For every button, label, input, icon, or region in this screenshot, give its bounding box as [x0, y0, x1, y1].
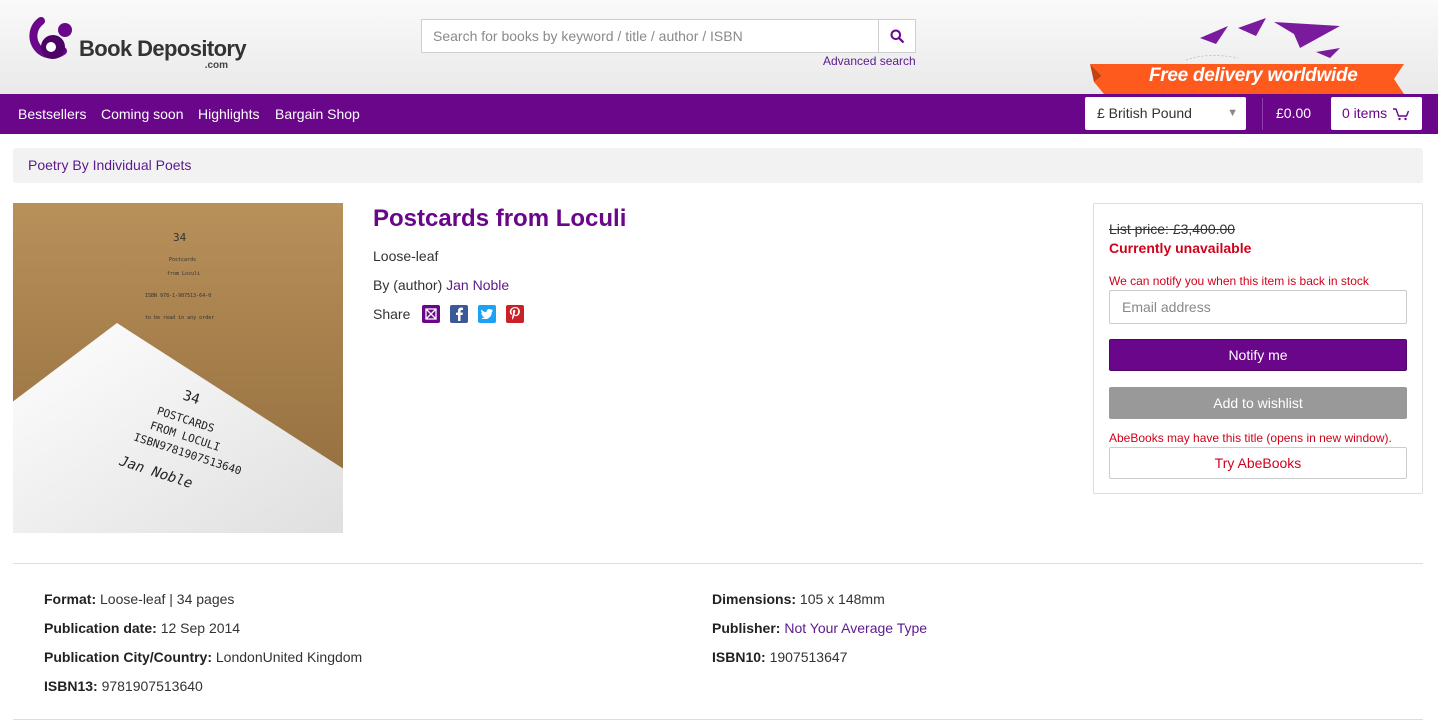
author-link[interactable]: Jan Noble [446, 277, 509, 293]
share-label: Share [373, 306, 411, 322]
cover-text-isbn: ISBN 978-1-907513-64-0 [145, 293, 211, 299]
chevron-down-icon: ▼ [1227, 107, 1238, 119]
logo-name: Book Depository [79, 36, 247, 61]
detail-format: Format: Loose-leaf | 34 pages [44, 591, 234, 607]
detail-city-value: LondonUnited Kingdom [215, 649, 363, 665]
details-divider-bottom [13, 719, 1423, 720]
breadcrumb: Poetry By Individual Poets [13, 148, 1423, 183]
detail-dims-label: Dimensions: [712, 591, 797, 607]
breadcrumb-category-link[interactable]: Poetry By Individual Poets [28, 157, 191, 173]
try-abebooks-button[interactable]: Try AbeBooks [1109, 447, 1407, 479]
nav-highlights[interactable]: Highlights [198, 106, 259, 122]
nav-divider [1262, 98, 1263, 130]
detail-publisher-label: Publisher: [712, 620, 781, 636]
promo-text: Free delivery worldwide [1149, 65, 1358, 86]
detail-dimensions: Dimensions: 105 x 148mm [712, 591, 885, 607]
detail-isbn10: ISBN10: 1907513647 [712, 649, 847, 665]
logo-wordmark: Book Depository .com [79, 36, 247, 71]
notify-message: We can notify you when this item is back… [1109, 274, 1369, 288]
book-cover-image: 34 Postcards from Loculi ISBN 978-1-9075… [13, 203, 343, 533]
basket-total: £0.00 [1276, 105, 1312, 121]
advanced-search-link[interactable]: Advanced search [823, 54, 916, 68]
detail-format-value: Loose-leaf | 34 pages [100, 591, 235, 607]
pinterest-icon[interactable] [506, 305, 525, 323]
logo-mark-icon [27, 17, 73, 71]
abebooks-message: AbeBooks may have this title (opens in n… [1109, 431, 1392, 445]
detail-isbn13-label: ISBN13: [44, 678, 98, 694]
nav-bargain-shop[interactable]: Bargain Shop [275, 106, 360, 122]
detail-dims-value: 105 x 148mm [799, 591, 885, 607]
detail-city-label: Publication City/Country: [44, 649, 212, 665]
detail-isbn13-value: 9781907513640 [101, 678, 203, 694]
detail-pubdate-label: Publication date: [44, 620, 157, 636]
search-bar [421, 19, 916, 53]
currency-value: £ British Pound [1097, 105, 1192, 121]
availability-status: Currently unavailable [1109, 240, 1252, 256]
basket-button[interactable]: 0 items [1331, 97, 1422, 130]
book-author-line: By (author) Jan Noble [373, 277, 509, 293]
book-format: Loose-leaf [373, 248, 439, 264]
currency-select[interactable]: £ British Pound ▼ [1085, 97, 1246, 130]
site-logo[interactable]: Book Depository .com [27, 17, 247, 71]
logo-domain: .com [204, 60, 229, 71]
search-input[interactable] [422, 20, 878, 52]
cover-text-subtitle: from Loculi [167, 271, 200, 277]
detail-publication-date: Publication date: 12 Sep 2014 [44, 620, 240, 636]
nav-coming-soon[interactable]: Coming soon [101, 106, 184, 122]
search-button[interactable] [878, 20, 915, 52]
detail-isbn10-value: 1907513647 [769, 649, 848, 665]
basket-icon [1393, 107, 1410, 120]
purchase-panel: List price: £3,400.00 Currently unavaila… [1093, 203, 1423, 494]
detail-publisher: Publisher: Not Your Average Type [712, 620, 927, 636]
basket-count: 0 items [1342, 105, 1388, 121]
main-nav: Bestsellers Coming soon Highlights Barga… [0, 94, 1438, 134]
author-role: By (author) [373, 277, 443, 293]
list-price: List price: £3,400.00 [1109, 221, 1236, 237]
details-divider-top [13, 563, 1423, 564]
cover-text-note: to be read in any order [145, 315, 214, 321]
book-title: Postcards from Loculi [373, 205, 627, 232]
email-field[interactable] [1109, 290, 1407, 324]
detail-isbn10-label: ISBN10: [712, 649, 766, 665]
detail-publication-city: Publication City/Country: LondonUnited K… [44, 649, 362, 665]
publisher-link[interactable]: Not Your Average Type [784, 620, 927, 636]
site-header: Book Depository .com Advanced search Fre… [0, 0, 1438, 94]
notify-me-button[interactable]: Notify me [1109, 339, 1407, 371]
share-bar: Share [373, 305, 525, 323]
cover-text-title: Postcards [169, 257, 196, 263]
detail-format-label: Format: [44, 591, 97, 607]
nav-bestsellers[interactable]: Bestsellers [18, 106, 86, 122]
cover-text-number: 34 [173, 231, 187, 244]
facebook-icon[interactable] [450, 305, 469, 323]
search-icon [890, 29, 904, 43]
email-icon[interactable] [422, 305, 441, 323]
twitter-icon[interactable] [478, 305, 497, 323]
add-to-wishlist-button[interactable]: Add to wishlist [1109, 387, 1407, 419]
detail-isbn13: ISBN13: 9781907513640 [44, 678, 203, 694]
detail-pubdate-value: 12 Sep 2014 [160, 620, 241, 636]
